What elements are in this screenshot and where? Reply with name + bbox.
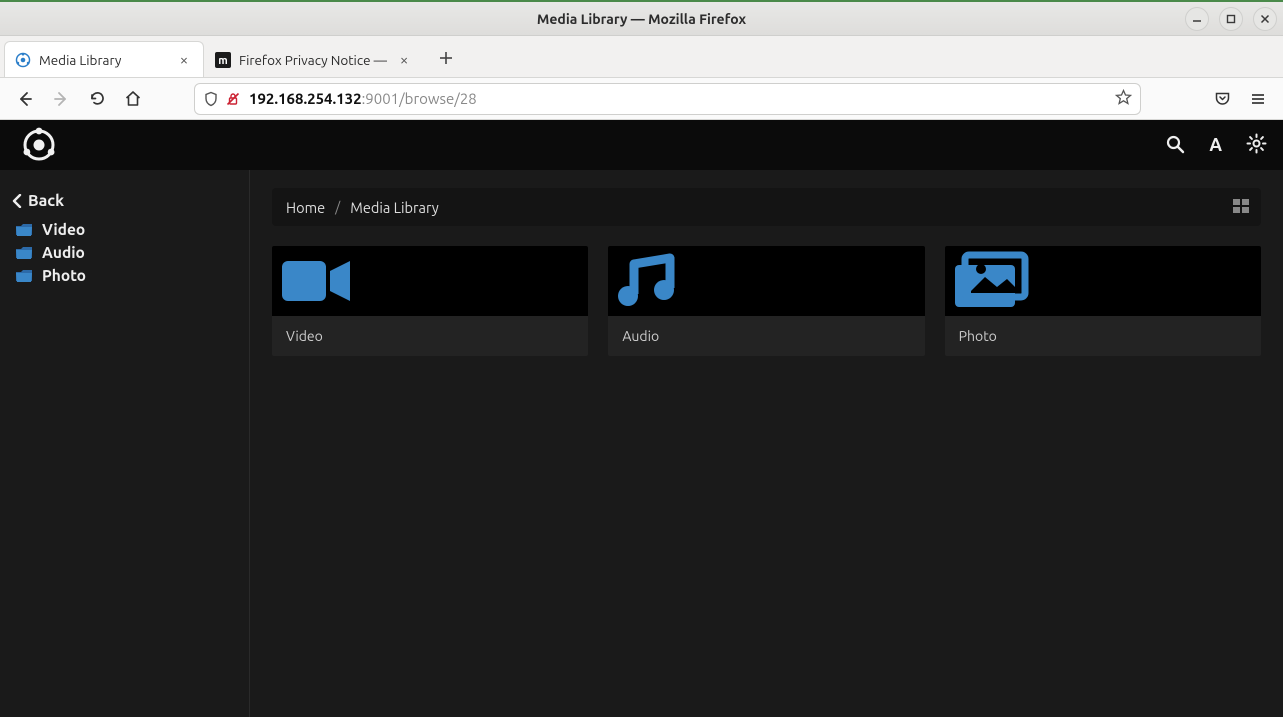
app-header: A: [0, 120, 1283, 170]
close-icon: [1260, 14, 1270, 24]
favicon-icon: [15, 52, 31, 68]
favicon-icon: m: [215, 52, 231, 68]
arrow-right-icon: [52, 90, 70, 108]
pocket-icon: [1214, 90, 1231, 107]
tab-close-button[interactable]: ×: [175, 51, 193, 69]
window-controls: [1185, 7, 1277, 31]
main-content: Home / Media Library Video: [250, 170, 1283, 717]
url-path: :9001/browse/28: [362, 90, 477, 107]
window-maximize-button[interactable]: [1219, 7, 1243, 31]
star-icon: [1115, 89, 1132, 106]
gear-icon: [1246, 133, 1267, 154]
card-label: Video: [272, 316, 588, 356]
breadcrumb-home[interactable]: Home: [286, 199, 325, 216]
sidebar-back-button[interactable]: Back: [12, 192, 237, 210]
home-icon: [124, 90, 142, 108]
logo-icon: [17, 123, 61, 167]
video-icon: [278, 253, 354, 309]
insecure-lock-icon: [225, 91, 241, 107]
url-security-icons: [203, 91, 241, 107]
sidebar-item-audio[interactable]: Audio: [12, 241, 237, 264]
card-grid: Video Audio: [272, 246, 1261, 356]
url-bar[interactable]: 192.168.254.132:9001/browse/28: [194, 83, 1141, 115]
maximize-icon: [1226, 14, 1236, 24]
tab-label: Media Library: [39, 52, 167, 68]
nav-home-button[interactable]: [118, 84, 148, 114]
shield-icon: [203, 91, 219, 107]
folder-icon: [16, 269, 32, 283]
tab-label: Firefox Privacy Notice —: [239, 52, 387, 68]
sidebar-back-label: Back: [28, 192, 64, 210]
sidebar-item-label: Video: [42, 221, 85, 238]
sidebar: Back Video Audio: [0, 170, 250, 717]
audio-icon: [614, 252, 680, 310]
bookmark-star-button[interactable]: [1115, 89, 1132, 109]
search-button[interactable]: [1165, 134, 1185, 157]
card-label: Audio: [608, 316, 924, 356]
app-logo[interactable]: [16, 122, 62, 168]
plus-icon: [439, 51, 453, 65]
window-titlebar: Media Library — Mozilla Firefox: [0, 0, 1283, 36]
tab-firefox-privacy[interactable]: m Firefox Privacy Notice — ×: [204, 41, 424, 77]
nav-toolbar: 192.168.254.132:9001/browse/28: [0, 78, 1283, 120]
breadcrumb-separator: /: [335, 199, 340, 215]
tab-media-library[interactable]: Media Library ×: [4, 41, 204, 77]
card-thumb: [608, 246, 924, 316]
sidebar-item-photo[interactable]: Photo: [12, 264, 237, 287]
app-menu-button[interactable]: [1243, 84, 1273, 114]
folder-icon: [16, 223, 32, 237]
card-photo[interactable]: Photo: [945, 246, 1261, 356]
card-label: Photo: [945, 316, 1261, 356]
app-viewport: A Back Video: [0, 120, 1283, 717]
card-video[interactable]: Video: [272, 246, 588, 356]
grid-icon: [1233, 199, 1249, 213]
view-toggle-button[interactable]: [1233, 199, 1249, 216]
nav-reload-button[interactable]: [82, 84, 112, 114]
sidebar-item-label: Audio: [42, 244, 85, 261]
url-text: 192.168.254.132:9001/browse/28: [249, 90, 1107, 107]
card-audio[interactable]: Audio: [608, 246, 924, 356]
photo-icon: [951, 251, 1029, 311]
new-tab-button[interactable]: [430, 42, 462, 74]
card-thumb: [945, 246, 1261, 316]
card-thumb: [272, 246, 588, 316]
hamburger-icon: [1250, 91, 1266, 107]
window-title: Media Library — Mozilla Firefox: [537, 11, 746, 27]
sidebar-item-video[interactable]: Video: [12, 218, 237, 241]
sidebar-item-label: Photo: [42, 267, 86, 284]
minimize-icon: [1192, 14, 1202, 24]
window-close-button[interactable]: [1253, 7, 1277, 31]
reload-icon: [89, 90, 106, 107]
folder-icon: [16, 246, 32, 260]
nav-forward-button[interactable]: [46, 84, 76, 114]
breadcrumb: Home / Media Library: [272, 188, 1261, 226]
tab-strip: Media Library × m Firefox Privacy Notice…: [0, 36, 1283, 78]
arrow-left-icon: [16, 90, 34, 108]
window-minimize-button[interactable]: [1185, 7, 1209, 31]
svg-text:m: m: [218, 55, 227, 67]
chevron-left-icon: [12, 194, 22, 208]
url-host: 192.168.254.132: [249, 90, 362, 107]
pocket-button[interactable]: [1207, 84, 1237, 114]
font-size-button[interactable]: A: [1209, 135, 1222, 155]
search-icon: [1165, 134, 1185, 154]
tab-close-button[interactable]: ×: [395, 51, 413, 69]
nav-back-button[interactable]: [10, 84, 40, 114]
settings-button[interactable]: [1246, 133, 1267, 157]
breadcrumb-current: Media Library: [350, 199, 439, 216]
